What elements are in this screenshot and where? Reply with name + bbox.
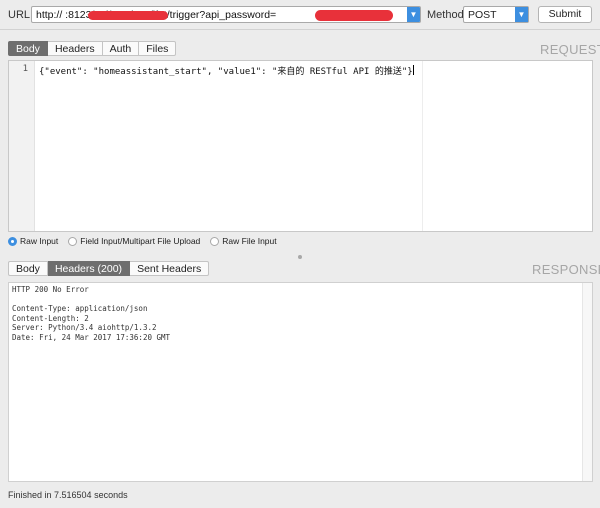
request-body-text: {"event": "homeassistant_start", "value1…	[39, 67, 413, 77]
request-toolbar: URL: http:// :8123/api/services/ifttt/tr…	[0, 0, 600, 30]
response-headers-text: HTTP 200 No Error Content-Type: applicat…	[12, 285, 171, 342]
url-history-chevron-icon[interactable]: ▼	[407, 7, 420, 22]
method-label: Method:	[427, 9, 467, 21]
request-tab-headers[interactable]: Headers	[47, 41, 103, 56]
response-tabs: Body Headers (200) Sent Headers	[8, 261, 210, 276]
radio-raw-input[interactable]	[8, 236, 17, 246]
radio-raw-file-input-label: Raw File Input	[222, 236, 277, 246]
radio-field-input-label: Field Input/Multipart File Upload	[80, 236, 201, 246]
method-select[interactable]: POST ▼	[463, 6, 529, 23]
redaction-mark-password	[315, 10, 393, 21]
radio-field-input[interactable]	[68, 236, 78, 246]
response-tab-headers[interactable]: Headers (200)	[47, 261, 131, 276]
request-body-editor[interactable]: 1 {"event": "homeassistant_start", "valu…	[8, 60, 593, 232]
line-number: 1	[22, 64, 28, 74]
radio-raw-input-label: Raw Input	[20, 236, 59, 246]
method-chevron-icon[interactable]: ▼	[515, 7, 528, 22]
pane-splitter-handle[interactable]	[298, 255, 302, 259]
response-scrollbar[interactable]	[582, 283, 592, 481]
text-cursor	[412, 65, 414, 75]
url-input[interactable]: http:// :8123/api/services/ifttt/trigger…	[31, 6, 421, 23]
request-tab-body[interactable]: Body	[8, 41, 48, 56]
radio-raw-file-input[interactable]	[210, 236, 220, 246]
request-tabs: Body Headers Auth Files	[8, 41, 177, 56]
request-tab-auth[interactable]: Auth	[102, 41, 140, 56]
submit-button[interactable]: Submit	[538, 6, 592, 23]
input-mode-group: Raw Input Field Input/Multipart File Upl…	[8, 235, 287, 247]
input-mode-raw[interactable]: Raw Input	[8, 236, 58, 246]
print-margin-ruler	[422, 61, 423, 231]
response-tab-body[interactable]: Body	[8, 261, 48, 276]
redaction-mark-host	[88, 11, 168, 20]
input-mode-field[interactable]: Field Input/Multipart File Upload	[68, 236, 200, 246]
response-tab-sent-headers[interactable]: Sent Headers	[130, 261, 210, 276]
input-mode-file[interactable]: Raw File Input	[210, 236, 277, 246]
request-body-code[interactable]: {"event": "homeassistant_start", "value1…	[39, 64, 414, 77]
line-number-gutter: 1	[9, 61, 35, 231]
method-select-value: POST	[468, 9, 497, 21]
request-tab-files[interactable]: Files	[139, 41, 177, 56]
response-viewer[interactable]: HTTP 200 No Error Content-Type: applicat…	[8, 282, 593, 482]
url-label: URL:	[8, 9, 34, 21]
response-section-title: RESPONSE	[532, 262, 600, 277]
request-section-title: REQUEST	[540, 42, 600, 57]
status-text: Finished in 7.516504 seconds	[8, 490, 128, 500]
